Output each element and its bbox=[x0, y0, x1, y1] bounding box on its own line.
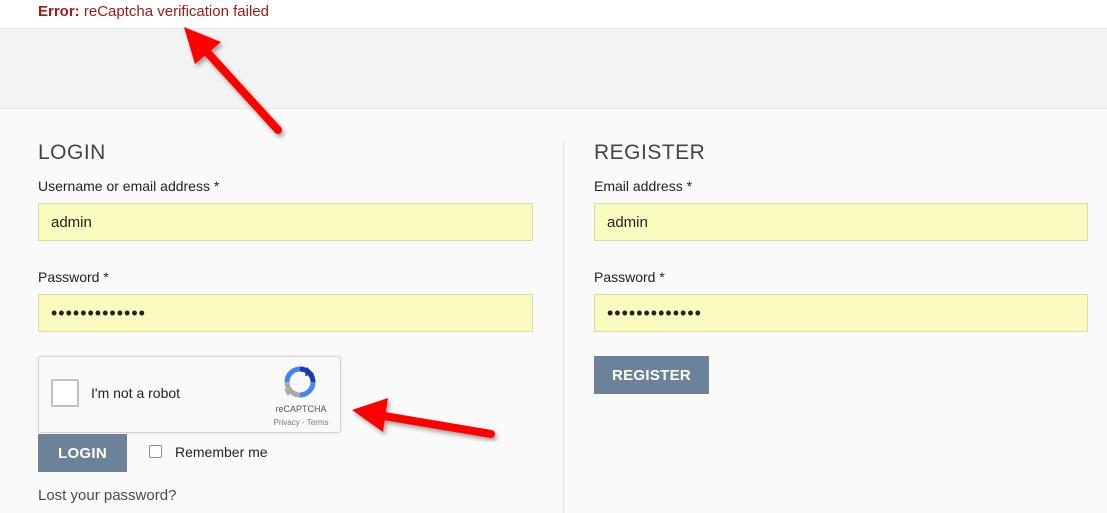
recaptcha-privacy-terms[interactable]: Privacy - Terms bbox=[265, 418, 337, 427]
recaptcha-logo-icon bbox=[284, 366, 316, 398]
register-button[interactable]: REGISTER bbox=[594, 356, 709, 394]
remember-me-checkbox[interactable] bbox=[149, 445, 162, 458]
page-header-band bbox=[0, 29, 1107, 109]
register-password-input[interactable] bbox=[594, 294, 1088, 332]
register-title: REGISTER bbox=[594, 141, 706, 164]
login-password-input[interactable] bbox=[38, 294, 533, 332]
email-input[interactable] bbox=[594, 203, 1088, 241]
recaptcha-label: I'm not a robot bbox=[91, 385, 181, 401]
register-password-label: Password * bbox=[594, 269, 665, 285]
error-notice-bar: Error: reCaptcha verification failed bbox=[0, 0, 1107, 29]
recaptcha-checkbox[interactable] bbox=[51, 379, 79, 407]
username-input[interactable] bbox=[38, 203, 533, 241]
remember-me-label: Remember me bbox=[175, 444, 268, 460]
login-password-label: Password * bbox=[38, 269, 109, 285]
recaptcha-brand: reCAPTCHA bbox=[275, 404, 327, 414]
account-forms: LOGIN Username or email address * Passwo… bbox=[0, 110, 1107, 513]
lost-password-link[interactable]: Lost your password? bbox=[38, 487, 176, 504]
login-button[interactable]: LOGIN bbox=[38, 434, 127, 472]
error-label: Error: bbox=[38, 3, 80, 20]
column-divider bbox=[563, 140, 564, 513]
login-title: LOGIN bbox=[38, 141, 106, 164]
error-message: reCaptcha verification failed bbox=[83, 3, 269, 20]
email-label: Email address * bbox=[594, 178, 693, 194]
recaptcha-widget: I'm not a robot reCAPTCHA Privacy - Term… bbox=[38, 356, 341, 433]
username-label: Username or email address * bbox=[38, 178, 220, 194]
page: Error: reCaptcha verification failed LOG… bbox=[0, 0, 1107, 513]
error-notice: Error: reCaptcha verification failed bbox=[38, 3, 269, 20]
